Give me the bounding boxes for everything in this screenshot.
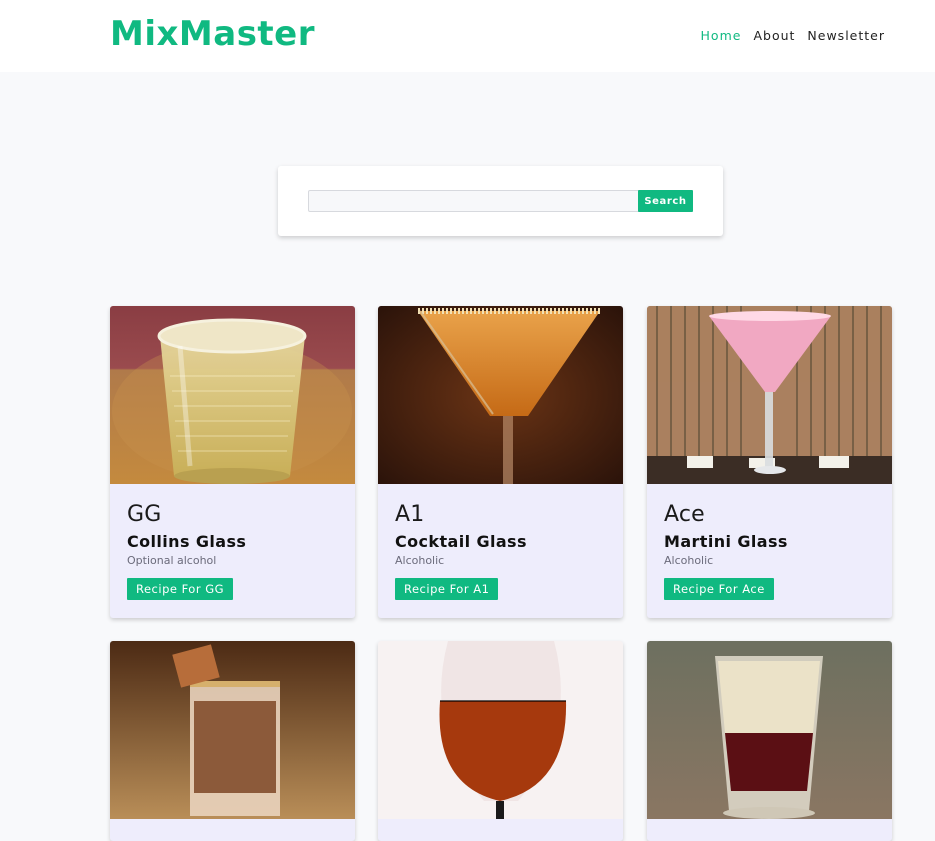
cocktail-image-ace[interactable]	[647, 306, 892, 484]
cocktail-glass: Martini Glass	[664, 532, 788, 551]
cocktail-alcohol-type: Optional alcohol	[127, 554, 217, 568]
cocktail-alcohol-type: Alcoholic	[395, 554, 445, 568]
recipe-button-gg[interactable]: Recipe For GG	[127, 577, 234, 600]
cocktail-card	[110, 641, 355, 841]
cocktail-image-a1[interactable]	[378, 306, 623, 484]
cocktail-alcohol-type: Alcoholic	[664, 554, 714, 568]
cocktail-name: A1	[395, 502, 425, 527]
cocktail-glass: Collins Glass	[127, 532, 247, 551]
cocktail-name: Ace	[664, 502, 705, 527]
cocktail-card: GG Collins Glass Optional alcohol Recipe…	[110, 306, 355, 618]
cocktail-card: Ace Martini Glass Alcoholic Recipe For A…	[647, 306, 892, 618]
search-form: Search	[278, 166, 723, 236]
search-button[interactable]: Search	[638, 190, 693, 212]
recipe-button-a1[interactable]: Recipe For A1	[395, 577, 499, 600]
cocktail-image-wine-amber[interactable]	[378, 641, 623, 819]
site-logo[interactable]: MixMaster	[110, 14, 315, 54]
cocktail-image-layered-shot[interactable]	[647, 641, 892, 819]
search-input[interactable]	[308, 190, 640, 212]
recipe-button-ace[interactable]: Recipe For Ace	[664, 577, 774, 600]
cocktail-card: A1 Cocktail Glass Alcoholic Recipe For A…	[378, 306, 623, 618]
cocktail-glass: Cocktail Glass	[395, 532, 527, 551]
nav-home-link[interactable]: Home	[701, 28, 742, 43]
cocktail-card	[378, 641, 623, 841]
cocktail-name: GG	[127, 502, 162, 527]
site-header: MixMaster Home About Newsletter	[0, 0, 935, 72]
main-nav: Home About Newsletter	[701, 28, 885, 43]
cocktail-image-shot-caramel[interactable]	[110, 641, 355, 819]
nav-newsletter-link[interactable]: Newsletter	[807, 28, 885, 43]
nav-about-link[interactable]: About	[753, 28, 795, 43]
cocktail-image-gg[interactable]	[110, 306, 355, 484]
cocktail-card	[647, 641, 892, 841]
